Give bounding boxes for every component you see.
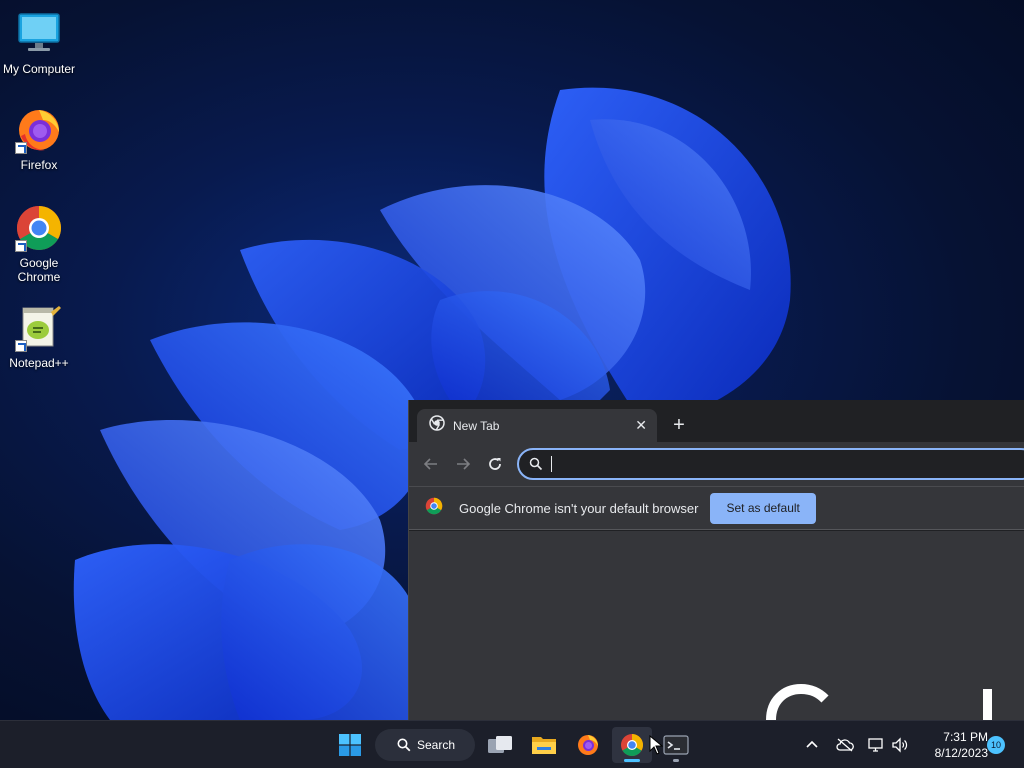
chrome-logo-icon xyxy=(425,497,443,520)
taskbar: Search 7:31 PM 8/12/2023 10 xyxy=(0,720,1024,768)
notification-count-badge[interactable]: 10 xyxy=(987,736,1005,754)
speaker-icon xyxy=(892,737,908,753)
tab-close-icon[interactable]: ✕ xyxy=(635,417,647,434)
show-hidden-icons-button[interactable] xyxy=(802,735,822,755)
chrome-icon xyxy=(621,734,643,756)
reload-button[interactable] xyxy=(479,448,511,480)
desktop-icon-notepadpp[interactable]: Notepad++ xyxy=(0,304,78,370)
chrome-window[interactable]: New Tab ✕ + Google Chrome isn't your def… xyxy=(408,400,1024,720)
network-button[interactable] xyxy=(866,735,886,755)
windows-start-icon xyxy=(339,734,361,756)
monitor-icon xyxy=(15,10,63,58)
volume-button[interactable] xyxy=(890,735,910,755)
task-view-icon xyxy=(488,736,512,753)
new-tab-button[interactable]: + xyxy=(667,414,691,438)
active-app-indicator xyxy=(624,759,640,762)
shortcut-arrow-icon xyxy=(15,240,27,252)
desktop-icon-label: Notepad++ xyxy=(9,356,69,370)
firefox-icon xyxy=(578,735,598,755)
omnibox-input[interactable] xyxy=(554,456,954,472)
search-icon xyxy=(529,457,543,471)
omnibox[interactable] xyxy=(517,448,1024,480)
google-logo-partial-icon xyxy=(766,683,992,720)
clock-date: 8/12/2023 xyxy=(934,746,988,760)
taskbar-firefox-button[interactable] xyxy=(568,727,608,763)
taskbar-search-button[interactable]: Search xyxy=(375,729,475,761)
text-caret xyxy=(551,456,552,472)
notepadpp-icon xyxy=(15,304,63,352)
desktop-icon-label: My Computer xyxy=(2,62,76,76)
chrome-favicon-icon xyxy=(429,415,445,436)
mouse-pointer-icon xyxy=(649,734,664,760)
browser-toolbar xyxy=(409,442,1024,486)
desktop-icon-google-chrome[interactable]: Google Chrome xyxy=(0,204,78,284)
task-view-button[interactable] xyxy=(480,727,520,763)
default-browser-infobar: Google Chrome isn't your default browser… xyxy=(409,486,1024,530)
infobar-message: Google Chrome isn't your default browser xyxy=(459,500,699,516)
onedrive-offline-button[interactable] xyxy=(835,735,855,755)
chrome-icon xyxy=(15,204,63,252)
reload-icon xyxy=(489,458,501,470)
taskbar-chrome-button[interactable] xyxy=(612,727,652,763)
file-explorer-button[interactable] xyxy=(524,727,564,763)
tab-title: New Tab xyxy=(453,418,500,433)
new-tab-page xyxy=(409,531,1024,720)
terminal-icon xyxy=(663,735,689,755)
arrow-right-icon xyxy=(457,458,471,470)
back-button[interactable] xyxy=(415,448,447,480)
folder-icon xyxy=(532,737,556,754)
shortcut-arrow-icon xyxy=(15,340,27,352)
desktop-icon-label: Firefox xyxy=(20,158,58,172)
chevron-up-icon xyxy=(806,740,818,748)
network-icon xyxy=(868,738,883,752)
search-icon xyxy=(397,738,411,752)
set-as-default-button[interactable]: Set as default xyxy=(710,492,816,524)
desktop-icon-firefox[interactable]: Firefox xyxy=(0,106,78,172)
shortcut-arrow-icon xyxy=(15,142,27,154)
start-button[interactable] xyxy=(330,727,370,763)
taskbar-clock[interactable]: 7:31 PM 8/12/2023 xyxy=(918,729,988,761)
firefox-icon xyxy=(15,106,63,154)
cloud-offline-icon xyxy=(836,738,854,752)
desktop-icon-my-computer[interactable]: My Computer xyxy=(0,10,78,76)
running-app-indicator xyxy=(673,759,679,762)
search-label: Search xyxy=(417,738,456,752)
clock-time: 7:31 PM xyxy=(943,730,988,744)
desktop-icon-label: Google Chrome xyxy=(17,256,61,284)
tab-new-tab[interactable]: New Tab ✕ xyxy=(417,409,657,442)
arrow-left-icon xyxy=(423,458,437,470)
forward-button[interactable] xyxy=(447,448,479,480)
